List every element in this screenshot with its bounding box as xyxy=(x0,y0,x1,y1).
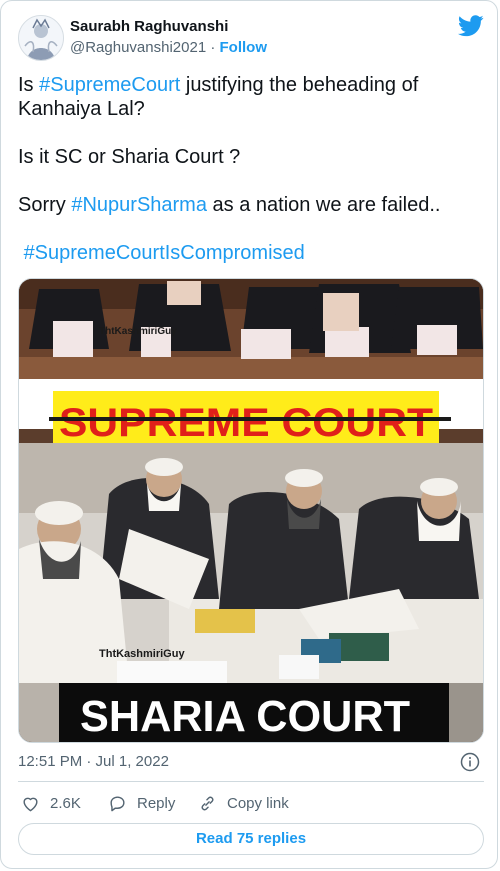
tweet-line-2: Is it SC or Sharia Court ? xyxy=(18,146,241,168)
tweet-line-3: Sorry #NupurSharma as a nation we are fa… xyxy=(18,193,484,217)
banner-supreme-court: SUPREME COURT xyxy=(59,401,433,445)
banner-sharia-court: SHARIA COURT xyxy=(80,692,410,741)
hashtag-supremecourt-link[interactable]: #SupremeCourt xyxy=(39,74,180,96)
like-button[interactable]: 2.6K xyxy=(21,791,81,815)
hashtag-supremecourtiscompromised-link[interactable]: #SupremeCourtIsCompromised xyxy=(24,242,305,264)
hashtag-nupursharma-link[interactable]: #NupurSharma xyxy=(71,194,207,216)
tweet-timestamp[interactable]: 12:51 PM · Jul 1, 2022 xyxy=(18,753,169,770)
action-bar: 2.6K Reply Copy link xyxy=(18,791,484,815)
author-handle-row: @Raghuvanshi2021 · Follow xyxy=(70,39,267,56)
avatar[interactable] xyxy=(18,15,64,61)
separator-dot: · xyxy=(210,39,216,56)
tweet-text-segment: Sorry xyxy=(18,194,72,216)
watermark-top: ThtKashmiriGuy xyxy=(99,326,177,337)
tweet-card: Saurabh Raghuvanshi @Raghuvanshi2021 · F… xyxy=(0,0,498,869)
copy-link-button[interactable]: Copy link xyxy=(198,791,289,815)
twitter-bird-icon[interactable] xyxy=(458,15,484,37)
info-icon[interactable] xyxy=(460,752,480,772)
watermark-bottom: ThtKashmiriGuy xyxy=(99,648,185,660)
author-name[interactable]: Saurabh Raghuvanshi xyxy=(70,18,228,35)
tweet-text: Is #SupremeCourt justifying the beheadin… xyxy=(18,73,484,265)
tweet-image[interactable]: ThtKashmiriGuy SUPREME COURT ThtKashmiri… xyxy=(18,278,484,743)
tweet-line-1: Is #SupremeCourt justifying the beheadin… xyxy=(18,73,484,121)
reply-button[interactable]: Reply xyxy=(108,791,175,815)
reply-label: Reply xyxy=(137,794,176,812)
divider xyxy=(18,781,484,782)
tweet-header: Saurabh Raghuvanshi @Raghuvanshi2021 · F… xyxy=(18,13,484,63)
author-handle[interactable]: @Raghuvanshi2021 xyxy=(70,39,206,56)
link-icon xyxy=(201,796,214,810)
tweet-line-4: #SupremeCourtIsCompromised xyxy=(18,241,484,265)
like-count: 2.6K xyxy=(50,794,81,812)
read-replies-button[interactable]: Read 75 replies xyxy=(18,823,484,855)
tweet-text-segment: Is xyxy=(18,74,40,96)
copy-link-label: Copy link xyxy=(227,794,289,812)
heart-icon xyxy=(23,797,38,811)
follow-button[interactable]: Follow xyxy=(220,39,268,56)
tweet-text-segment: as a nation we are failed.. xyxy=(206,194,441,216)
reply-icon xyxy=(110,795,125,811)
